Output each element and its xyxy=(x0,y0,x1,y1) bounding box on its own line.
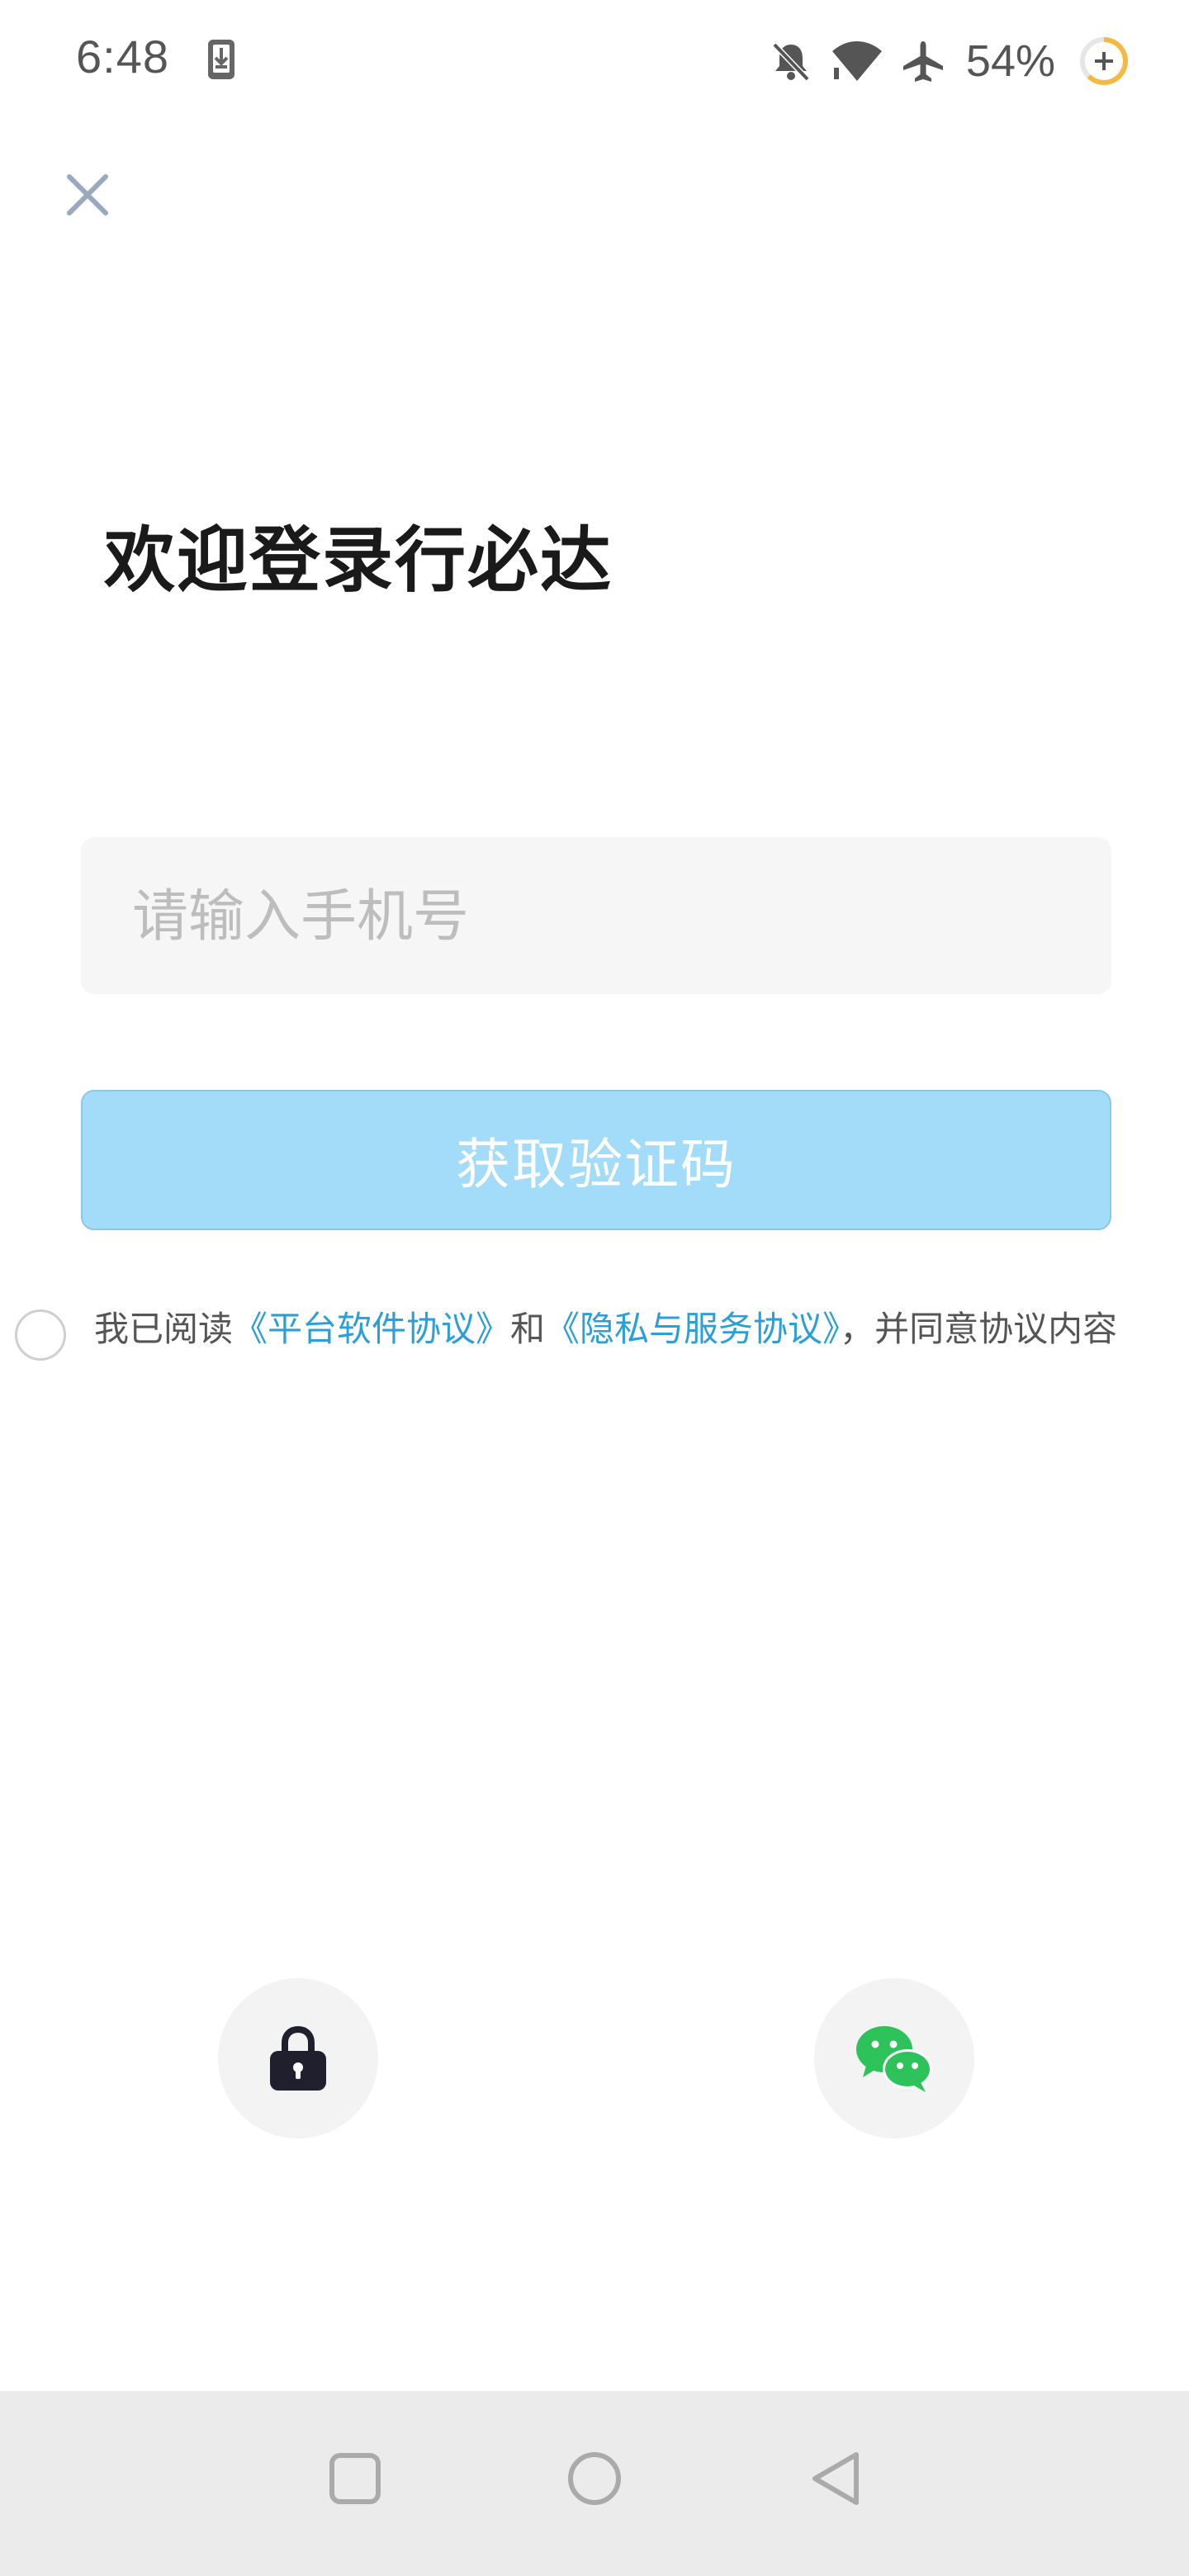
phone-field[interactable] xyxy=(81,837,1111,996)
agreement-suffix: ，并同意协议内容 xyxy=(840,1309,1118,1349)
lock-icon xyxy=(270,2025,326,2091)
agreement-checkbox[interactable] xyxy=(15,1309,66,1361)
airplane-icon xyxy=(900,38,946,84)
status-time: 6:48 xyxy=(76,31,169,83)
agreement-prefix: 我已阅读 xyxy=(94,1309,234,1349)
platform-agreement-link[interactable]: 《平台软件协议》 xyxy=(233,1309,510,1349)
recent-apps-button[interactable] xyxy=(314,2437,396,2520)
wechat-icon xyxy=(856,2026,932,2092)
back-button[interactable] xyxy=(794,2437,877,2520)
agreement-middle: 和 xyxy=(510,1309,546,1349)
status-bar: 6:48 54% xyxy=(0,0,1189,124)
wifi-icon xyxy=(831,40,883,83)
close-button[interactable] xyxy=(58,165,117,225)
close-icon xyxy=(67,174,108,215)
wechat-login-button[interactable] xyxy=(814,1978,974,2138)
password-login-button[interactable] xyxy=(218,1978,378,2138)
system-nav-bar xyxy=(0,2391,1189,2576)
privacy-agreement-link[interactable]: 《隐私与服务协议》 xyxy=(545,1309,840,1349)
battery-percent: 54% xyxy=(965,36,1055,86)
agreement-text: 我已阅读《平台软件协议》和《隐私与服务协议》，并同意协议内容 xyxy=(94,1303,1184,1356)
phone-input[interactable] xyxy=(130,837,1075,996)
home-button[interactable] xyxy=(553,2437,636,2520)
bell-off-icon xyxy=(768,38,814,84)
recent-apps-icon xyxy=(329,2453,381,2504)
home-icon xyxy=(568,2452,621,2505)
download-icon xyxy=(205,38,238,81)
battery-icon xyxy=(1078,36,1130,87)
back-icon xyxy=(812,2452,859,2505)
status-icons: 54% xyxy=(768,28,1130,94)
get-code-button[interactable]: 获取验证码 xyxy=(81,1090,1111,1230)
page-title: 欢迎登录行必达 xyxy=(104,519,613,602)
